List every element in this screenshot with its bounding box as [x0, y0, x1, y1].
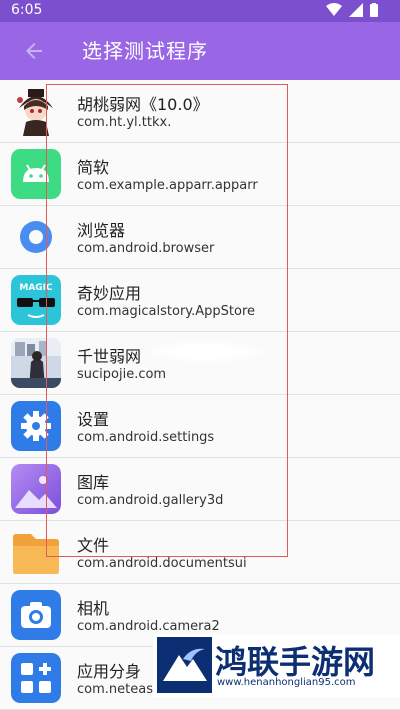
page-title: 选择测试程序 — [82, 39, 208, 63]
watermark-url: www.henanhonglian95.com — [217, 677, 356, 688]
app-clone-icon — [11, 653, 61, 703]
list-item[interactable]: 胡桃弱网《10.0》 com.ht.yl.ttkx. — [0, 80, 400, 143]
app-name: 文件 — [77, 536, 110, 555]
app-package: com.netease — [77, 682, 161, 697]
app-package: com.android.browser — [77, 241, 215, 256]
app-name: 简软 — [77, 158, 110, 177]
app-package: sucipojie.com — [77, 367, 167, 382]
list-item[interactable]: MAGIC 奇妙应用 com.magicalstory.AppStore — [0, 269, 400, 332]
settings-gear-icon — [11, 401, 61, 451]
app-name: 浏览器 — [77, 221, 126, 240]
status-bar: 6:05 — [0, 0, 400, 22]
wifi-icon — [326, 3, 342, 16]
app-name: 相机 — [77, 599, 110, 618]
list-item[interactable]: 简软 com.example.apparr.apparr — [0, 143, 400, 206]
folder-icon — [11, 527, 61, 577]
hutao-app-icon — [11, 86, 61, 136]
battery-icon — [370, 3, 378, 17]
app-name: 千世弱网 — [77, 347, 142, 366]
app-package: com.android.camera2 — [77, 619, 220, 634]
list-item[interactable]: 文件 com.android.documentsui — [0, 521, 400, 584]
back-arrow-icon[interactable] — [22, 39, 46, 63]
app-name: 设置 — [77, 410, 110, 429]
android-icon — [11, 149, 61, 199]
app-package: com.magicalstory.AppStore — [77, 304, 256, 319]
app-bar: 选择测试程序 — [0, 22, 400, 80]
status-time: 6:05 — [11, 2, 43, 18]
app-name: 图库 — [77, 473, 110, 492]
app-package: com.example.apparr.apparr — [77, 178, 258, 193]
browser-icon — [11, 212, 61, 262]
app-package: com.android.gallery3d — [77, 493, 224, 508]
app-list: 胡桃弱网《10.0》 com.ht.yl.ttkx. 简软 com.exampl… — [0, 80, 400, 710]
gallery-icon — [11, 464, 61, 514]
app-package: com.ht.yl.ttkx. — [77, 115, 172, 130]
list-item[interactable]: 图库 com.android.gallery3d — [0, 458, 400, 521]
magic-app-icon: MAGIC — [11, 275, 61, 325]
qianshi-app-icon — [11, 338, 61, 388]
magic-icon-text: MAGIC — [19, 283, 53, 293]
signal-icon — [349, 3, 363, 17]
camera-icon — [11, 590, 61, 640]
list-item[interactable]: 浏览器 com.android.browser — [0, 206, 400, 269]
status-icons — [326, 3, 378, 17]
app-package: com.android.settings — [77, 430, 215, 445]
watermark-logo-icon — [157, 637, 212, 693]
blurred-area — [145, 341, 265, 363]
app-package: com.android.documentsui — [77, 556, 247, 571]
app-name: 奇妙应用 — [77, 284, 142, 303]
watermark: 鸿联手游网 www.henanhonglian95.com — [153, 634, 400, 697]
app-name: 应用分身 — [77, 662, 142, 681]
app-name: 胡桃弱网《10.0》 — [77, 95, 209, 114]
list-item[interactable]: 设置 com.android.settings — [0, 395, 400, 458]
